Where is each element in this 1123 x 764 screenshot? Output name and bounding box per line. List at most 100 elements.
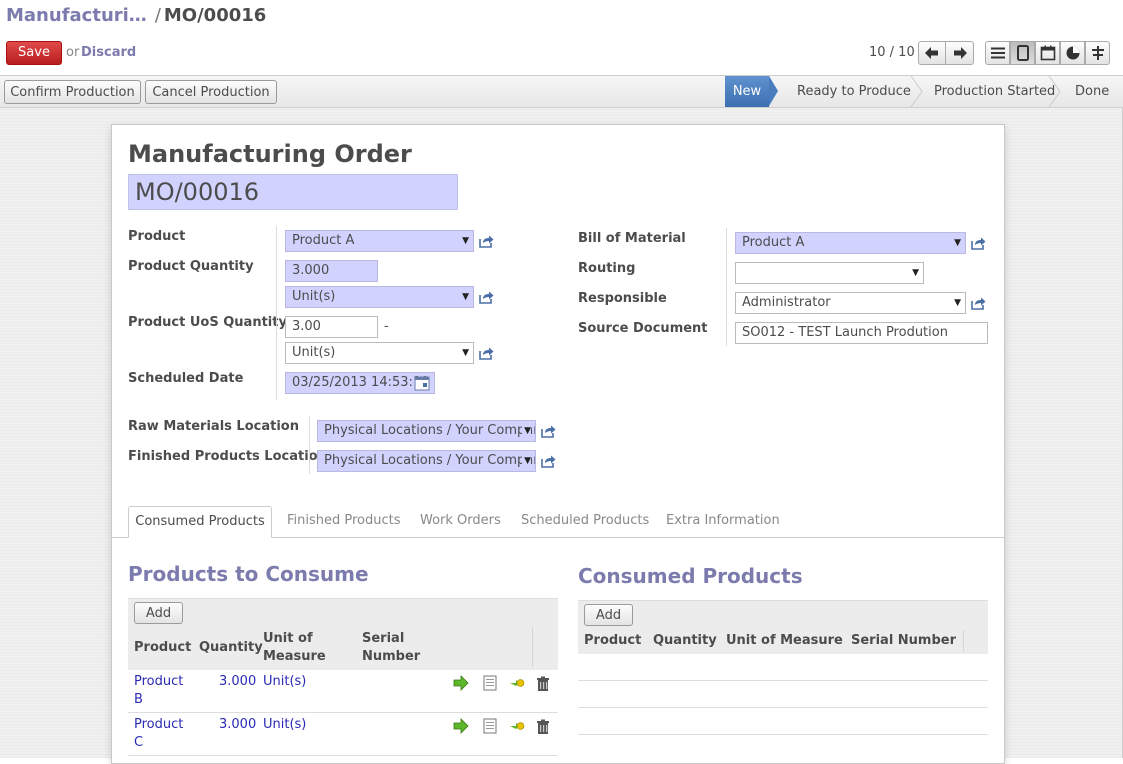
breadcrumb-current: MO/00016: [163, 5, 267, 26]
trash-icon[interactable]: [535, 676, 551, 692]
row-product[interactable]: Product B: [134, 673, 183, 709]
save-button[interactable]: Save: [6, 41, 62, 65]
product-uom-value: Unit(s): [292, 289, 336, 304]
pager-previous-button[interactable]: [918, 41, 946, 65]
column-product[interactable]: Product: [584, 632, 641, 650]
scheduled-date-value: 03/25/2013 14:53:19: [292, 375, 430, 390]
stage-ready-to-produce[interactable]: Ready to Produce: [797, 76, 911, 107]
row-product[interactable]: Product C: [134, 716, 183, 752]
column-quantity[interactable]: Quantity: [653, 632, 717, 650]
scheduled-date-input[interactable]: 03/25/2013 14:53:19: [285, 372, 435, 394]
stage-new[interactable]: New: [725, 76, 769, 107]
list-view-button[interactable]: [985, 41, 1010, 65]
tab-consumed-products[interactable]: Consumed Products: [128, 506, 272, 538]
or-text: or: [66, 45, 80, 60]
row-divider: [578, 734, 988, 735]
pager-next-button[interactable]: [945, 41, 974, 65]
discard-link[interactable]: Discard: [81, 45, 136, 60]
consume-arrow-icon[interactable]: [453, 718, 469, 734]
breadcrumb-separator: /: [154, 5, 161, 26]
consume-arrow-icon[interactable]: [453, 675, 469, 691]
tab-work-orders[interactable]: Work Orders: [420, 513, 501, 528]
raw-materials-location-label: Raw Materials Location: [128, 419, 299, 434]
reference-field[interactable]: MO/00016: [128, 174, 458, 210]
stage-separator-icon: [910, 76, 923, 107]
form-view-button[interactable]: [1010, 41, 1035, 65]
source-document-input[interactable]: SO012 - TEST Launch Prodution: [735, 322, 988, 344]
products-to-consume-grid-header: [128, 598, 558, 670]
graph-view-button[interactable]: [1060, 41, 1085, 65]
responsible-select[interactable]: Administrator ▼: [735, 292, 966, 314]
add-consumed-line-button[interactable]: Add: [584, 604, 633, 626]
dropdown-caret-icon: ▼: [954, 238, 961, 248]
column-serial-number-line1: Serial: [362, 631, 405, 646]
external-link-icon[interactable]: [478, 346, 494, 360]
finished-products-location-select[interactable]: Physical Locations / Your Compar ▼: [317, 450, 536, 472]
product-uos-quantity-input[interactable]: 3.00: [285, 316, 378, 338]
tab-scheduled-products[interactable]: Scheduled Products: [521, 513, 649, 528]
external-link-icon[interactable]: [970, 236, 986, 250]
row-uom: Unit(s): [263, 674, 307, 689]
dropdown-caret-icon: ▼: [462, 236, 469, 246]
control-panel: Manufacturi… / MO/00016 Save or Discard 10…: [0, 0, 1123, 76]
arrow-right-icon: [953, 47, 967, 59]
external-link-icon[interactable]: [478, 290, 494, 304]
stage-done[interactable]: Done: [1075, 76, 1109, 107]
column-product[interactable]: Product: [134, 639, 191, 657]
cancel-production-button[interactable]: Cancel Production: [145, 80, 277, 104]
scheduled-date-label: Scheduled Date: [128, 371, 244, 386]
product-uom-select[interactable]: Unit(s) ▼: [285, 286, 474, 308]
breadcrumb-parent-link[interactable]: Manufacturi…: [6, 5, 147, 26]
row-quantity: 3.000: [219, 717, 257, 732]
pager-counter: 10 / 10: [869, 45, 915, 60]
stage-production-started[interactable]: Production Started: [934, 76, 1055, 107]
row-divider: [578, 707, 988, 708]
products-to-consume-title: Products to Consume: [128, 562, 369, 586]
breadcrumb: Manufacturi… / MO/00016: [6, 5, 266, 26]
external-link-icon[interactable]: [540, 424, 556, 438]
column-serial-number-line2: Number: [362, 649, 421, 664]
external-link-icon[interactable]: [970, 296, 986, 310]
tab-extra-information[interactable]: Extra Information: [666, 513, 780, 528]
gantt-view-button[interactable]: [1085, 41, 1110, 65]
raw-materials-location-select[interactable]: Physical Locations / Your Compar ▼: [317, 420, 536, 442]
calendar-picker-icon[interactable]: [414, 375, 430, 391]
routing-select[interactable]: ▼: [735, 262, 924, 284]
row-divider: [578, 680, 988, 681]
document-icon[interactable]: [482, 718, 498, 734]
responsible-label: Responsible: [578, 291, 667, 306]
column-serial-number[interactable]: Serial Number: [851, 632, 956, 650]
external-link-icon[interactable]: [478, 234, 494, 248]
trash-icon[interactable]: [535, 719, 551, 735]
product-select[interactable]: Product A ▼: [285, 230, 474, 252]
field-divider: [309, 416, 310, 474]
bill-of-material-select[interactable]: Product A ▼: [735, 232, 966, 254]
column-quantity[interactable]: Quantity: [199, 639, 263, 657]
product-uos-value: Unit(s): [292, 345, 336, 360]
stage-new-arrow: [769, 76, 778, 106]
row-quantity: 3.000: [219, 674, 257, 689]
split-lot-icon[interactable]: [509, 675, 525, 691]
add-consume-line-button[interactable]: Add: [134, 602, 183, 624]
product-quantity-input[interactable]: 3.000: [285, 260, 378, 282]
product-uos-quantity-label: Product UoS Quantity: [128, 315, 287, 330]
column-unit-of-measure[interactable]: Unit of Measure: [263, 630, 326, 666]
bill-of-material-label: Bill of Material: [578, 231, 686, 246]
product-uos-select[interactable]: Unit(s) ▼: [285, 342, 474, 364]
uos-dash: -: [384, 319, 389, 334]
field-divider: [726, 228, 727, 346]
column-serial-number[interactable]: Serial Number: [362, 630, 420, 666]
calendar-view-button[interactable]: [1035, 41, 1060, 65]
tab-finished-products[interactable]: Finished Products: [287, 513, 401, 528]
column-unit-of-measure[interactable]: Unit of Measure: [726, 632, 843, 650]
confirm-production-button[interactable]: Confirm Production: [4, 80, 141, 104]
source-document-label: Source Document: [578, 321, 708, 336]
product-quantity-label: Product Quantity: [128, 259, 254, 274]
document-icon[interactable]: [482, 675, 498, 691]
split-lot-icon[interactable]: [509, 718, 525, 734]
external-link-icon[interactable]: [540, 454, 556, 468]
calendar-icon: [1040, 45, 1055, 61]
statusbar: Confirm Production Cancel Production New…: [0, 76, 1123, 108]
list-icon: [990, 47, 1005, 59]
dropdown-caret-icon: ▼: [522, 451, 531, 471]
